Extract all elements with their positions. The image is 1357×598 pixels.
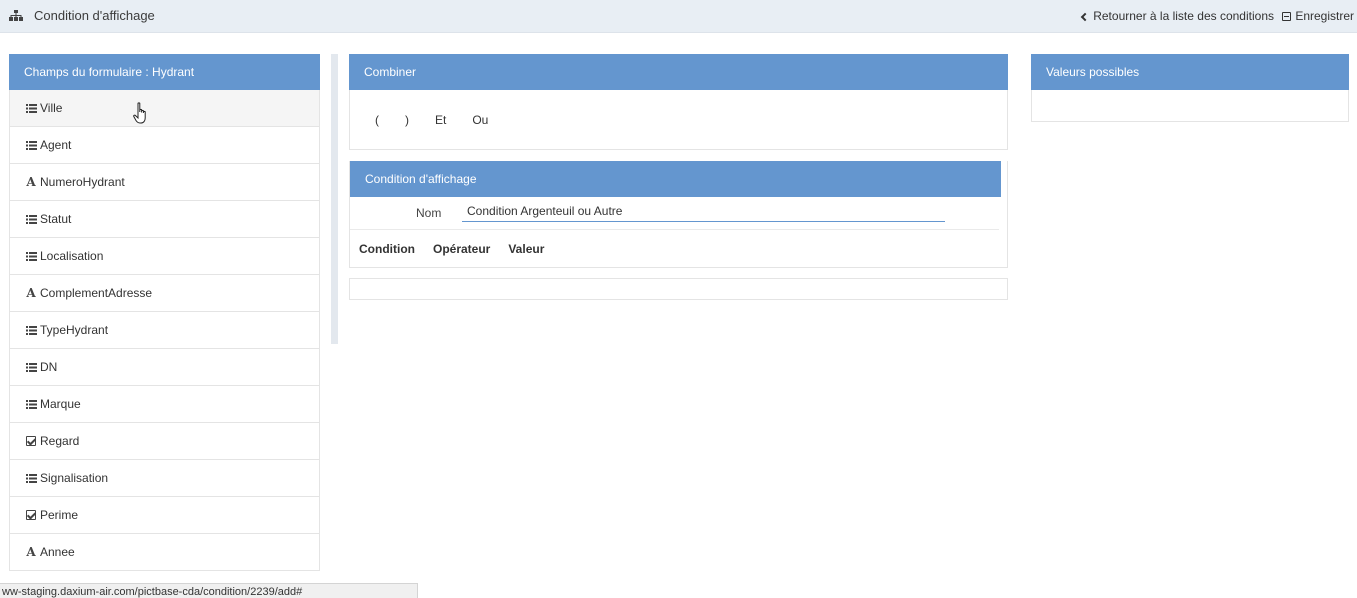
list-icon — [25, 473, 37, 483]
back-to-list-link[interactable]: Retourner à la liste des conditions — [1080, 9, 1274, 23]
field-item-label: Statut — [40, 212, 72, 226]
field-item-label: Annee — [40, 545, 75, 559]
save-icon — [1282, 11, 1292, 21]
field-item-label: DN — [40, 360, 58, 374]
list-icon — [25, 362, 37, 372]
field-item-label: ComplementAdresse — [40, 286, 153, 300]
font-icon: A — [26, 175, 36, 189]
condition-drop-zone[interactable] — [349, 278, 1008, 300]
check-square-icon — [25, 436, 37, 446]
field-item-annee[interactable]: A Annee — [9, 534, 320, 571]
field-item-localisation[interactable]: Localisation — [9, 238, 320, 275]
name-input[interactable] — [462, 200, 945, 222]
save-button[interactable]: Enregistrer — [1282, 9, 1354, 23]
field-item-label: Localisation — [40, 249, 104, 263]
field-item-numerohydrant[interactable]: A NumeroHydrant — [9, 164, 320, 201]
status-bar-url: ww-staging.daxium-air.com/pictbase-cda/c… — [0, 583, 418, 598]
form-fields-list: Ville Agent A NumeroHydrant Statut Localisati… — [9, 90, 320, 571]
field-item-label: Perime — [40, 508, 79, 522]
field-item-typehydrant[interactable]: TypeHydrant — [9, 312, 320, 349]
field-item-agent[interactable]: Agent — [9, 127, 320, 164]
column-condition: Condition — [359, 241, 415, 256]
close-paren-button[interactable]: ) — [405, 113, 409, 127]
field-item-label: NumeroHydrant — [40, 175, 125, 189]
list-icon — [25, 251, 37, 261]
field-item-regard[interactable]: Regard — [9, 423, 320, 460]
fields-scrollbar[interactable] — [331, 54, 338, 344]
field-item-label: Marque — [40, 397, 81, 411]
condition-panel: Condition d'affichage Nom Condition Opér… — [349, 161, 1008, 268]
column-operator: Opérateur — [432, 241, 491, 256]
field-item-complementadresse[interactable]: A ComplementAdresse — [9, 275, 320, 312]
list-icon — [25, 325, 37, 335]
name-row: Nom — [350, 197, 999, 230]
field-item-label: Regard — [40, 434, 80, 448]
condition-table-header: Condition Opérateur Valeur — [350, 230, 1007, 267]
save-label: Enregistrer — [1295, 9, 1354, 23]
column-value: Valeur — [508, 241, 545, 256]
open-paren-button[interactable]: ( — [375, 113, 379, 127]
font-icon: A — [26, 286, 36, 300]
field-item-label: Agent — [40, 138, 72, 152]
field-item-signalisation[interactable]: Signalisation — [9, 460, 320, 497]
condition-panel-title: Condition d'affichage — [350, 161, 1001, 197]
combine-operators: ( ) Et Ou — [349, 90, 1008, 150]
field-item-dn[interactable]: DN — [9, 349, 320, 386]
field-item-ville[interactable]: Ville — [9, 90, 320, 127]
list-icon — [25, 103, 37, 113]
font-icon: A — [26, 545, 36, 559]
hand-pointer-cursor-icon — [133, 102, 146, 124]
sitemap-icon — [9, 10, 23, 21]
field-item-perime[interactable]: Perime — [9, 497, 320, 534]
field-item-statut[interactable]: Statut — [9, 201, 320, 238]
and-button[interactable]: Et — [435, 113, 446, 127]
back-to-list-label: Retourner à la liste des conditions — [1093, 9, 1274, 23]
list-icon — [25, 214, 37, 224]
field-item-label: Signalisation — [40, 471, 109, 485]
field-item-marque[interactable]: Marque — [9, 386, 320, 423]
check-square-icon — [25, 510, 37, 520]
name-label: Nom — [416, 206, 442, 220]
field-item-label: TypeHydrant — [40, 323, 109, 337]
field-item-label: Ville — [40, 101, 63, 115]
possible-values-panel: Valeurs possibles — [1031, 54, 1349, 122]
list-icon — [25, 140, 37, 150]
chevron-left-icon — [1080, 12, 1090, 21]
combine-panel: Combiner ( ) Et Ou — [349, 54, 1008, 150]
page-title: Condition d'affichage — [34, 8, 155, 23]
possible-values-list — [1031, 90, 1349, 122]
top-bar: Condition d'affichage Retourner à la lis… — [0, 0, 1357, 33]
list-icon — [25, 399, 37, 409]
or-button[interactable]: Ou — [472, 113, 488, 127]
form-fields-panel-title: Champs du formulaire : Hydrant — [9, 54, 320, 90]
possible-values-title: Valeurs possibles — [1031, 54, 1349, 90]
combine-panel-title: Combiner — [349, 54, 1008, 90]
form-fields-panel: Champs du formulaire : Hydrant Ville Agen… — [9, 54, 320, 571]
